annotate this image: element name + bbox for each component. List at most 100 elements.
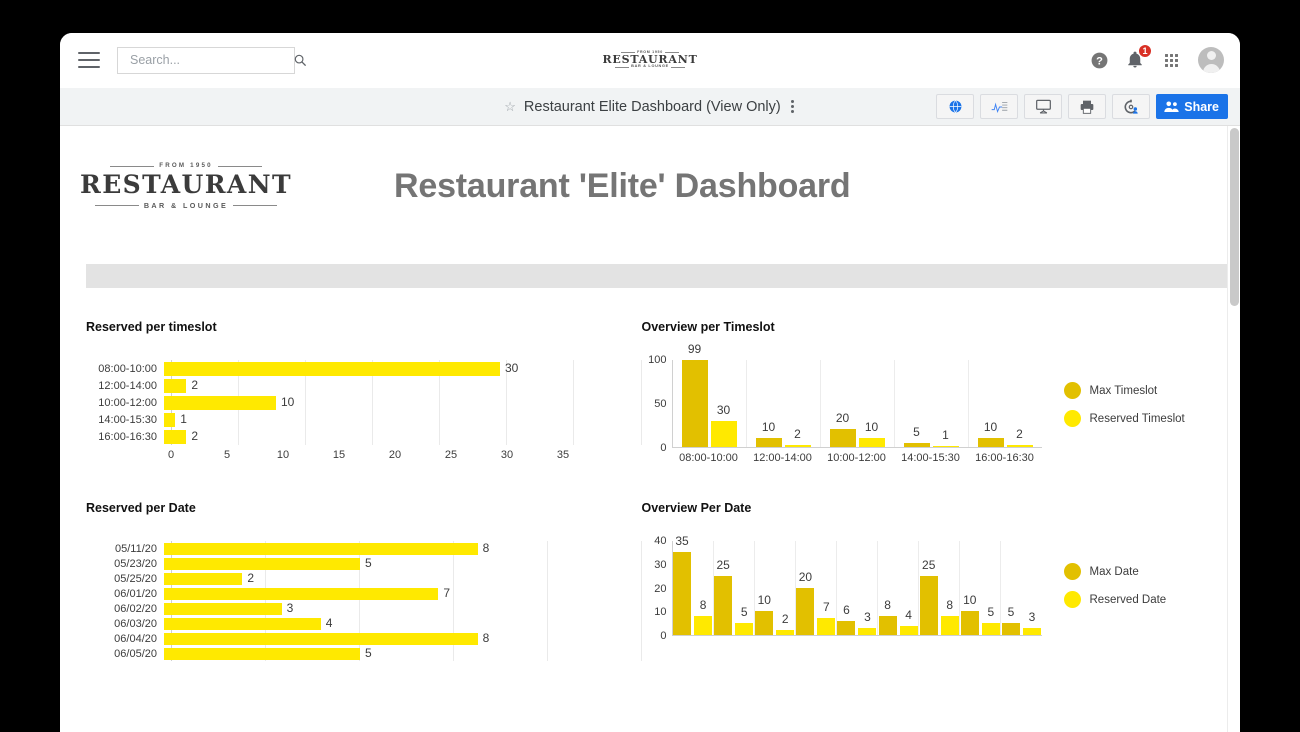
bar-category-label: 10:00-12:00 [98,396,157,409]
notifications-bell-icon[interactable]: 1 [1124,44,1152,71]
bar[interactable]: 5 [903,425,930,447]
bar-track: 4 [164,616,642,631]
axis-tick-label: 40 [654,535,667,547]
bar[interactable]: 8 [878,598,897,635]
bar[interactable]: 10 [977,420,1004,447]
explore-button[interactable] [980,94,1019,119]
apps-grid-icon[interactable] [1160,49,1182,71]
x-axis: 0 5 10 15 20 25 30 35 [86,449,642,465]
bar-value-label: 10 [757,593,771,608]
bar[interactable]: 6 [837,603,856,635]
bar[interactable] [164,617,321,630]
chart-legend: Max Date Reserved Date [1063,541,1167,636]
bar[interactable]: 10 [960,593,979,635]
bar[interactable]: 99 [681,342,708,447]
legend-item[interactable]: Reserved Date [1063,591,1166,608]
bar[interactable]: 5 [981,605,1000,635]
filter-band[interactable] [86,264,1232,288]
settings-button[interactable] [1112,94,1151,119]
bar-group: 10 2 [755,541,796,635]
bar-value-label: 2 [1016,427,1023,442]
search-input[interactable] [128,52,293,68]
bar[interactable]: 3 [858,610,877,635]
avatar[interactable] [1198,47,1224,73]
help-icon[interactable]: ? [1088,49,1110,71]
bar-group: 25 5 [714,541,755,635]
bar-value-label: 8 [482,541,490,555]
bar[interactable]: 8 [940,598,959,635]
bar-category-label: 05/11/20 [114,542,157,555]
share-label: Share [1184,99,1219,114]
bar-group: 20 7 [796,541,837,635]
scrollbar-thumb[interactable] [1230,128,1239,306]
more-options-icon[interactable] [789,98,796,115]
bar[interactable]: 2 [776,612,795,635]
axis-tick-label: 0 [167,449,175,461]
bar[interactable]: 10 [858,420,885,447]
bar[interactable]: 5 [735,605,754,635]
legend-item[interactable]: Reserved Timeslot [1063,410,1185,427]
bar-track: 5 [164,556,642,571]
presentation-icon [1035,99,1051,114]
bar[interactable]: 3 [1022,610,1041,635]
bar[interactable] [164,429,187,444]
axis-tick-label: 5 [223,449,231,461]
bar-value-label: 5 [987,605,995,620]
restaurant-logo: FROM 1950 RESTAURANT BAR & LOUNGE [80,157,291,215]
vertical-scrollbar[interactable] [1227,126,1240,732]
toolbar-actions: Share [936,94,1228,119]
bar-value-label: 25 [716,557,730,572]
bars-container: 35 8 25 5 10 2 20 7 6 3 8 4 25 8 10 5 5 3 [671,534,1042,636]
bar-value-label: 5 [365,556,372,570]
bar[interactable] [164,361,500,376]
search-icon[interactable] [293,53,307,67]
bar[interactable]: 7 [817,600,836,635]
bar[interactable]: 10 [755,593,774,635]
bar[interactable] [164,557,360,570]
bar[interactable]: 20 [829,411,856,447]
bar[interactable] [164,632,478,645]
y-axis: 0 10 20 30 40 [642,535,672,642]
bar[interactable] [164,542,478,555]
app-top-bar: FROM 1950 RESTAURANT BAR & LOUNGE ? [60,33,1240,88]
search-box[interactable] [117,46,306,74]
bar-value-label: 3 [864,609,871,624]
bar[interactable]: 30 [710,403,737,447]
hamburger-menu-icon[interactable] [78,52,100,68]
bar-row: 06/02/20 3 [86,601,642,616]
bar[interactable]: 2 [1006,427,1033,447]
publish-button[interactable] [936,94,975,119]
bar[interactable]: 2 [784,427,811,447]
bar[interactable]: 1 [932,428,959,447]
bar-group: 25 8 [919,541,961,635]
bar[interactable]: 4 [899,608,918,635]
bar[interactable] [164,602,282,615]
share-button[interactable]: Share [1156,94,1228,119]
bar[interactable] [164,587,439,600]
bar[interactable] [164,572,243,585]
bar-value-label: 4 [325,616,333,630]
bar[interactable]: 20 [796,570,815,635]
star-outline-icon[interactable]: ☆ [504,100,516,113]
plot-area: 0 10 20 30 40 35 8 25 5 10 2 20 7 6 3 8 4 25 8 10 5 5 3 [642,534,1042,642]
bar-category-label: 08:00-10:00 [98,362,157,375]
bar[interactable] [164,412,176,427]
bar-row: 06/03/20 4 [86,616,642,631]
bar[interactable]: 25 [714,558,733,635]
bar[interactable]: 5 [1001,605,1020,635]
bar[interactable]: 35 [673,534,692,635]
bar[interactable]: 10 [755,420,782,447]
dashboard-header: FROM 1950 RESTAURANT BAR & LOUNGE Restau… [80,126,1197,246]
bar[interactable]: 8 [694,598,713,635]
legend-item[interactable]: Max Date [1063,563,1167,580]
bar[interactable] [164,378,187,393]
chart-title: Reserved per timeslot [86,320,217,334]
present-button[interactable] [1024,94,1063,119]
bar-category-label: 06/04/20 [114,632,157,645]
bar[interactable]: 25 [919,558,938,635]
print-button[interactable] [1068,94,1107,119]
bar[interactable] [164,395,276,410]
bar-rows: 05/11/20 8 05/23/20 5 05/25/20 2 06/01/20 7 06/0… [86,541,642,661]
legend-item[interactable]: Max Timeslot [1063,382,1185,399]
bar[interactable] [164,647,360,660]
